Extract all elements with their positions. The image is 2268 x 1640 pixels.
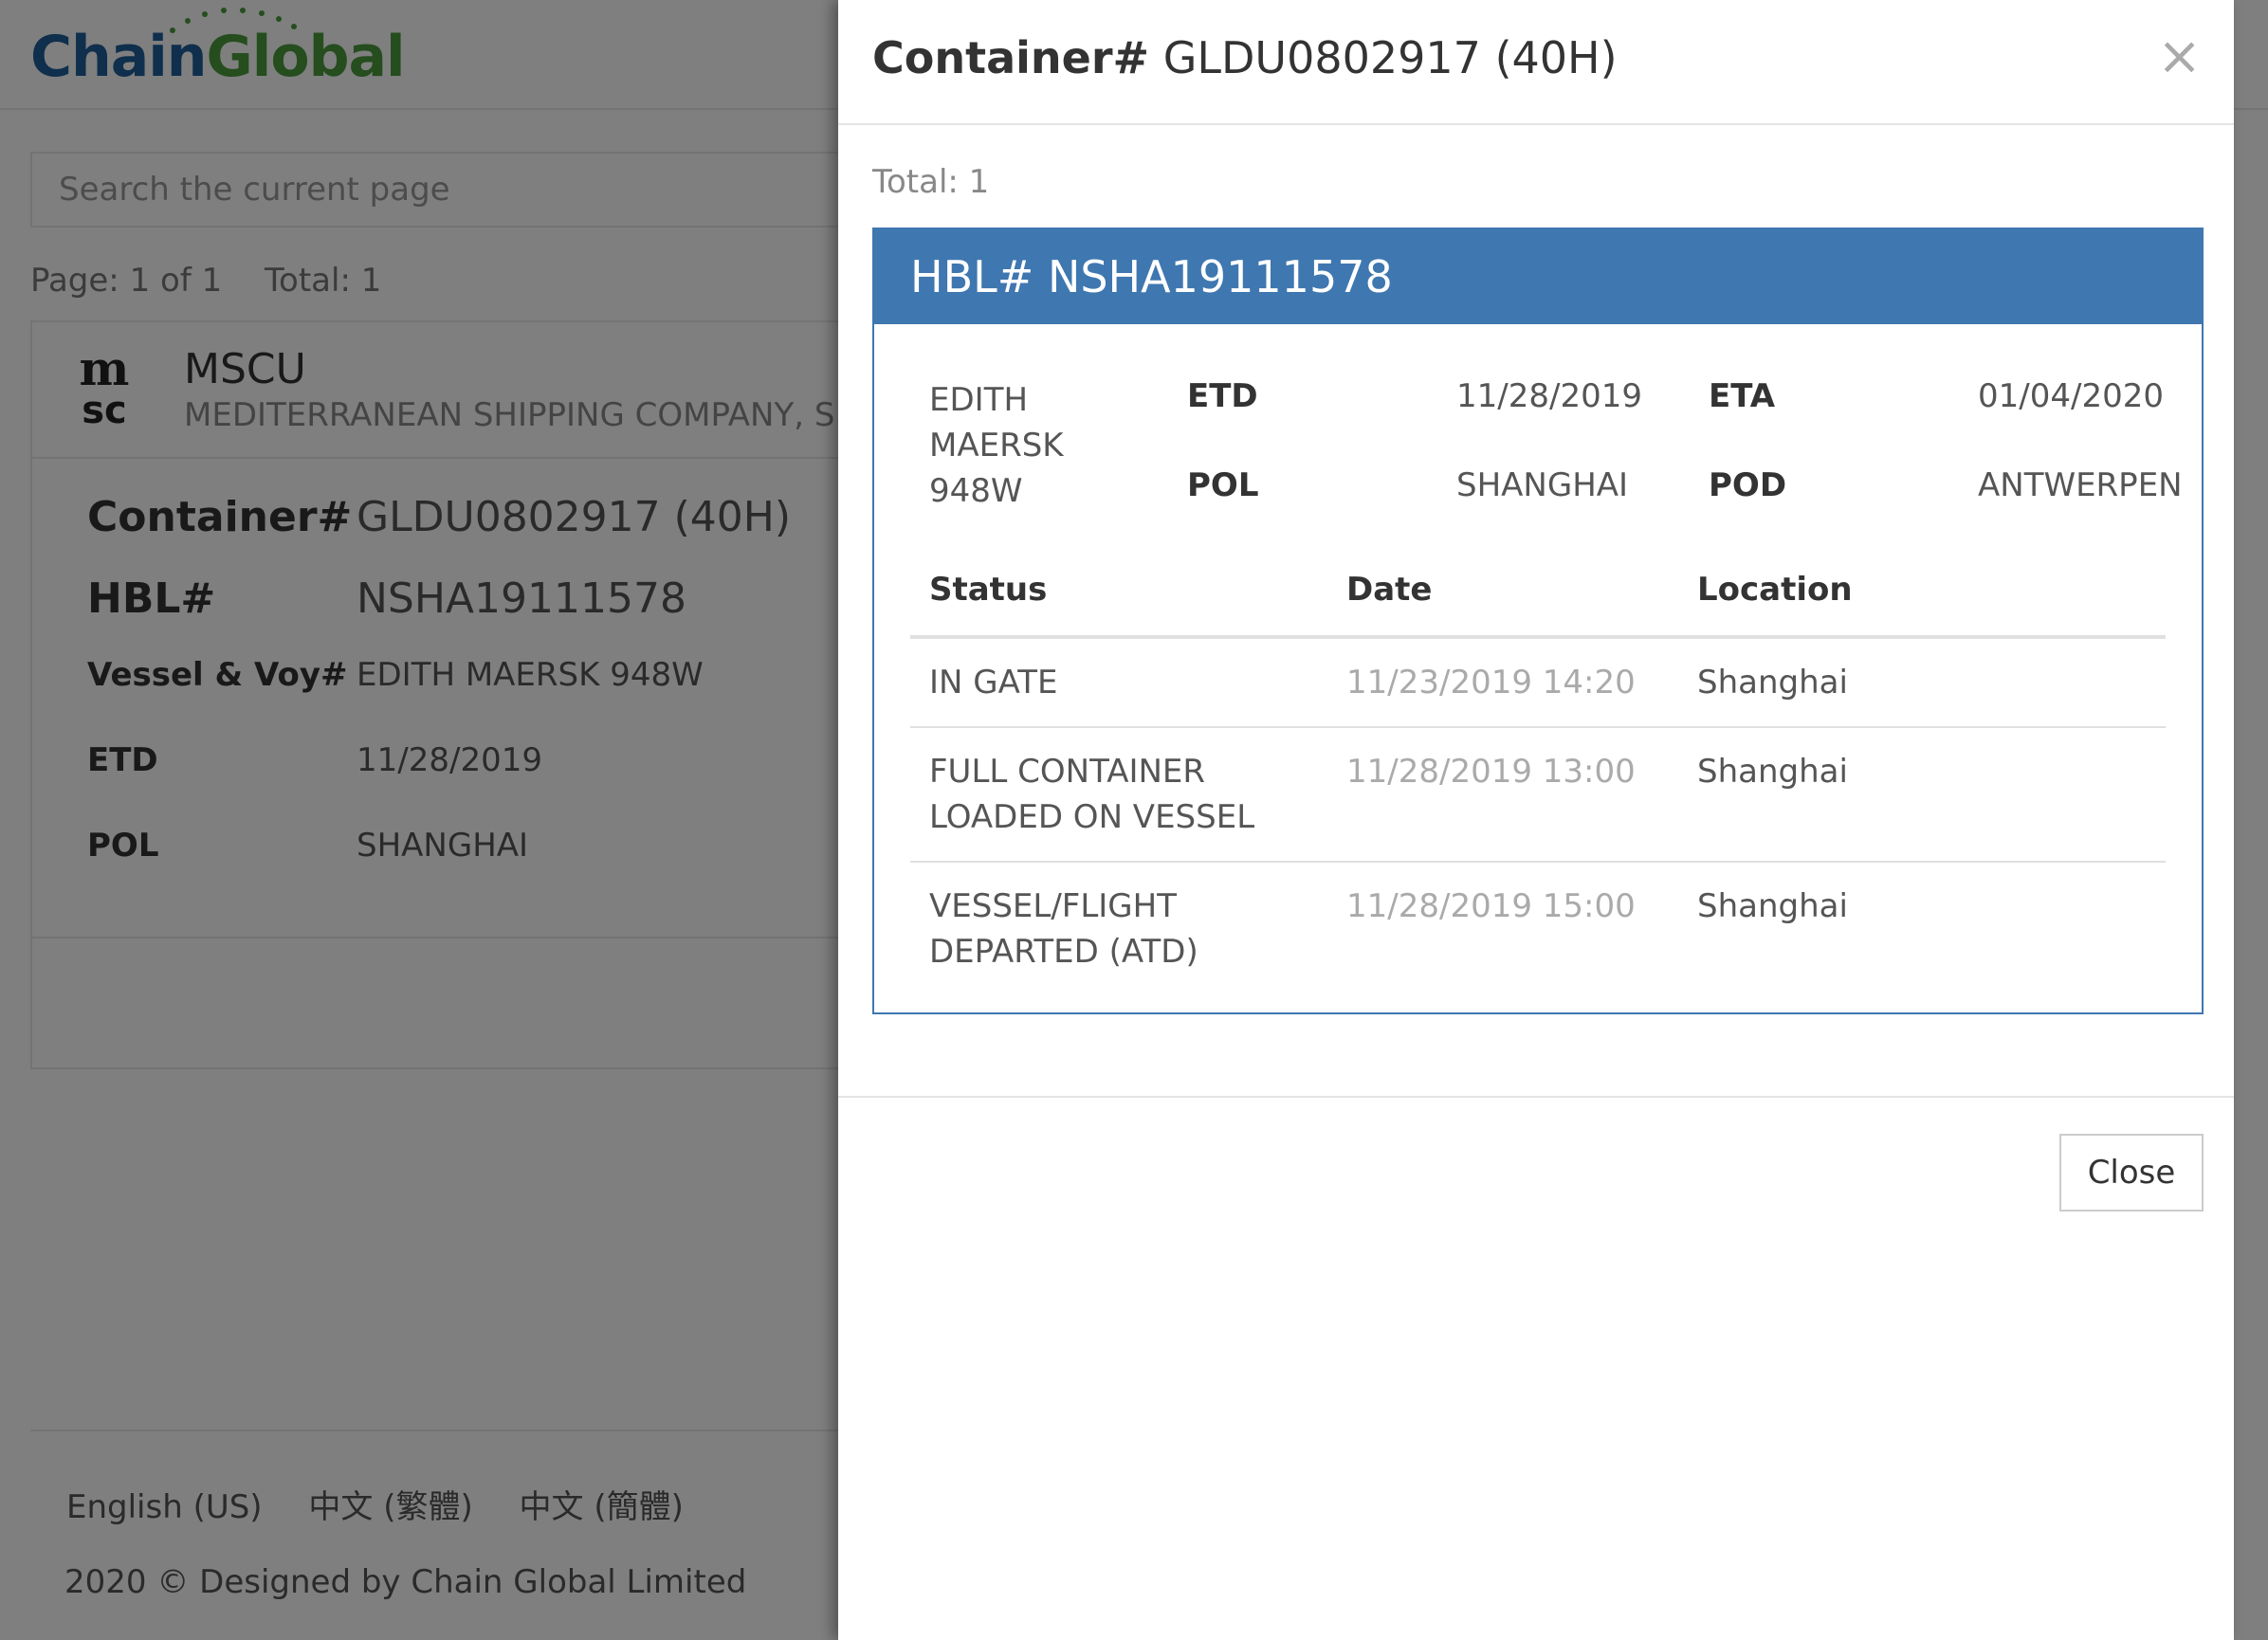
pol-value: SHANGHAI <box>1456 466 1629 504</box>
drawer-footer-divider <box>838 1096 2234 1098</box>
event-location: Shanghai <box>1678 637 2166 728</box>
event-date: 11/28/2019 13:00 <box>1327 727 1678 863</box>
etd-label: ETD <box>1187 377 1258 415</box>
pod-label: POD <box>1709 466 1787 504</box>
etd-value: 11/28/2019 <box>1456 377 1642 415</box>
event-date: 11/28/2019 15:00 <box>1346 887 1636 925</box>
drawer-title-value: GLDU0802917 (40H) <box>1162 32 1618 83</box>
events-table: Status Date Location IN GATE 11/23/2019 … <box>910 544 2166 995</box>
table-row: IN GATE 11/23/2019 14:20 Shanghai <box>910 637 2166 728</box>
event-status: VESSEL/FLIGHT DEPARTED (ATD) <box>929 887 1198 971</box>
close-button[interactable]: Close <box>2059 1134 2204 1212</box>
pod-value: ANTWERPEN <box>1978 466 2183 504</box>
table-row: FULL CONTAINER LOADED ON VESSEL 11/28/20… <box>910 727 2166 863</box>
column-date: Date <box>1327 544 1678 639</box>
drawer-title: Container# GLDU0802917 (40H) <box>872 32 1618 83</box>
column-status: Status <box>910 544 1327 639</box>
events-header-row: Status Date Location <box>910 544 2166 639</box>
column-location: Location <box>1678 544 2166 639</box>
vessel-name: EDITH MAERSK 948W <box>929 381 1064 510</box>
event-status: IN GATE <box>910 637 1327 728</box>
event-status: FULL CONTAINER LOADED ON VESSEL <box>910 727 1327 863</box>
event-date: 11/23/2019 14:20 <box>1327 637 1678 728</box>
event-location: Shanghai <box>1678 727 2166 863</box>
shipment-info: EDITH MAERSK 948W ETD 11/28/2019 ETA 01/… <box>910 324 2183 561</box>
hbl-panel: HBL# NSHA19111578 EDITH MAERSK 948W ETD … <box>872 228 2204 1014</box>
eta-label: ETA <box>1709 377 1776 415</box>
pol-label: POL <box>1187 466 1259 504</box>
drawer-total: Total: 1 <box>872 163 990 201</box>
hbl-body: EDITH MAERSK 948W ETD 11/28/2019 ETA 01/… <box>910 324 2183 971</box>
eta-value: 01/04/2020 <box>1978 377 2164 415</box>
table-row: VESSEL/FLIGHT DEPARTED (ATD) 11/28/2019 … <box>910 862 2166 995</box>
container-detail-drawer: Container# GLDU0802917 (40H) × Total: 1 … <box>838 0 2234 1640</box>
drawer-title-label: Container# <box>872 32 1150 83</box>
hbl-header: HBL# NSHA19111578 <box>874 229 2202 324</box>
event-location: Shanghai <box>1697 887 1848 925</box>
close-icon[interactable]: × <box>2157 28 2202 85</box>
drawer-header: Container# GLDU0802917 (40H) × <box>838 0 2234 125</box>
